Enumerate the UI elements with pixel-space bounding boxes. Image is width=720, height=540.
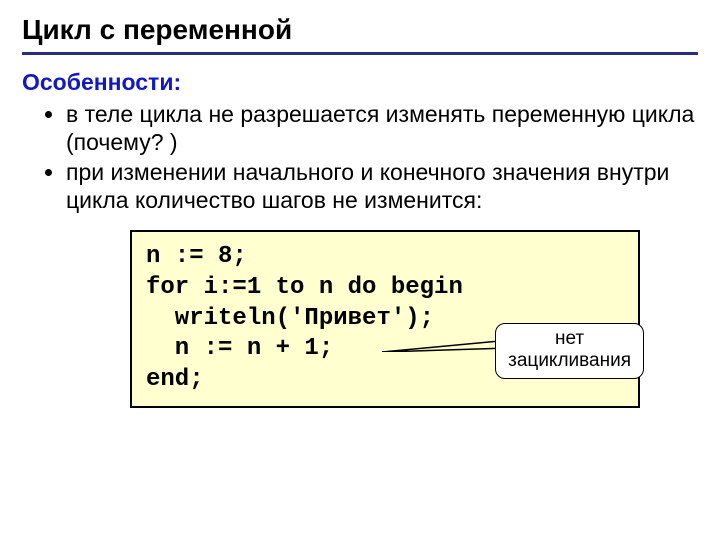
- callout-line: нет: [508, 328, 631, 350]
- page-title: Цикл с переменной: [22, 14, 698, 46]
- code-example: n := 8; for i:=1 to n do begin writeln('…: [130, 230, 640, 408]
- callout-bubble: нет зацикливания: [495, 323, 644, 379]
- callout-line: зацикливания: [508, 350, 631, 372]
- section-heading: Особенности:: [22, 69, 698, 96]
- list-item: в теле цикла не разрешается изменять пер…: [66, 100, 698, 156]
- title-underline: [22, 52, 698, 55]
- list-item: при изменении начального и конечного зна…: [66, 158, 698, 214]
- callout-pointer: [382, 338, 510, 352]
- feature-list: в теле цикла не разрешается изменять пер…: [22, 100, 698, 214]
- code-block: n := 8; for i:=1 to n do begin writeln('…: [130, 230, 640, 408]
